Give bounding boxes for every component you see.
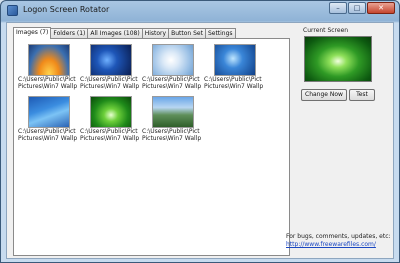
image-path-line2: Pictures\Win7 Wallp xyxy=(18,83,78,90)
image-path-line1: C:\Users\Public\Pict xyxy=(80,128,138,135)
image-thumbnail[interactable] xyxy=(90,44,132,76)
footer-text: For bugs, comments, updates, etc: xyxy=(286,233,391,240)
window-controls: – □ ✕ xyxy=(328,2,395,14)
image-path-line1: C:\Users\Public\Pict xyxy=(18,128,76,135)
image-item[interactable]: C:\Users\Public\Pict Pictures\Win7 Wallp xyxy=(142,44,202,90)
image-path-line1: C:\Users\Public\Pict xyxy=(204,76,262,83)
window-title: Logon Screen Rotator xyxy=(23,5,110,14)
title-bar[interactable]: Logon Screen Rotator – □ ✕ xyxy=(1,1,399,21)
image-path-line2: Pictures\Win7 Wallp xyxy=(204,83,264,90)
image-path-line1: C:\Users\Public\Pict xyxy=(142,128,200,135)
image-path-line2: Pictures\Win7 Wallp xyxy=(142,83,202,90)
current-screen-preview xyxy=(304,36,372,82)
image-item[interactable]: C:\Users\Public\Pict Pictures\Win7 Wallp xyxy=(18,44,78,90)
change-now-button[interactable]: Change Now xyxy=(301,89,347,101)
image-thumbnail[interactable] xyxy=(28,96,70,128)
image-path-line2: Pictures\Win7 Wallp xyxy=(142,135,202,142)
image-item[interactable]: C:\Users\Public\Pict Pictures\Win7 Wallp xyxy=(18,96,78,142)
image-item[interactable]: C:\Users\Public\Pict Pictures\Win7 Wallp xyxy=(204,44,264,90)
image-path-line2: Pictures\Win7 Wallp xyxy=(18,135,78,142)
client-area: Images (7) Folders (1) All Images (108) … xyxy=(6,22,394,259)
image-item[interactable]: C:\Users\Public\Pict Pictures\Win7 Wallp xyxy=(142,96,202,142)
image-path-line1: C:\Users\Public\Pict xyxy=(80,76,138,83)
image-thumbnail[interactable] xyxy=(214,44,256,76)
image-path-line2: Pictures\Win7 Wallp xyxy=(80,83,140,90)
minimize-button[interactable]: – xyxy=(329,2,347,14)
image-item[interactable]: C:\Users\Public\Pict Pictures\Win7 Wallp xyxy=(80,44,140,90)
maximize-button[interactable]: □ xyxy=(348,2,366,14)
image-thumbnail[interactable] xyxy=(28,44,70,76)
app-icon xyxy=(7,5,18,16)
image-path-line2: Pictures\Win7 Wallp xyxy=(80,135,140,142)
images-panel: C:\Users\Public\Pict Pictures\Win7 Wallp… xyxy=(13,38,290,256)
image-item[interactable]: C:\Users\Public\Pict Pictures\Win7 Wallp xyxy=(80,96,140,142)
image-thumbnail[interactable] xyxy=(90,96,132,128)
test-button[interactable]: Test xyxy=(349,89,375,101)
image-thumbnail[interactable] xyxy=(152,44,194,76)
app-window: Logon Screen Rotator – □ ✕ Images (7) Fo… xyxy=(0,0,400,263)
footer-link[interactable]: http://www.freewarefiles.com/ xyxy=(286,241,376,248)
image-path-line1: C:\Users\Public\Pict xyxy=(18,76,76,83)
tab-images[interactable]: Images (7) xyxy=(13,27,52,39)
image-thumbnail[interactable] xyxy=(152,96,194,128)
image-path-line1: C:\Users\Public\Pict xyxy=(142,76,200,83)
close-button[interactable]: ✕ xyxy=(367,2,395,14)
current-screen-label: Current Screen xyxy=(303,27,349,34)
